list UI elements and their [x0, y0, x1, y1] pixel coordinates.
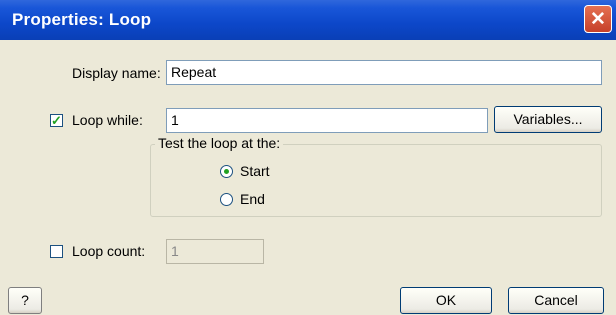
properties-dialog: Properties: Loop ✕ Display name: Repeat … [0, 0, 616, 315]
loop-while-input[interactable]: 1 [166, 108, 488, 133]
title-bar[interactable]: Properties: Loop ✕ [0, 0, 616, 40]
loop-while-checkbox[interactable]: ✓ [50, 114, 63, 127]
dialog-body: Display name: Repeat ✓ Loop while: 1 Var… [4, 40, 612, 314]
radio-end[interactable] [220, 193, 233, 206]
radio-start[interactable] [220, 165, 233, 178]
ok-button[interactable]: OK [400, 287, 492, 314]
ok-button-label: OK [435, 292, 457, 308]
loop-count-input[interactable]: 1 [166, 239, 264, 264]
loop-while-label: Loop while: [72, 112, 143, 128]
radio-start-label: Start [240, 163, 270, 179]
variables-button[interactable]: Variables... [494, 106, 602, 133]
loop-count-label: Loop count: [72, 243, 146, 259]
display-name-input[interactable]: Repeat [166, 60, 602, 85]
display-name-label: Display name: [72, 65, 161, 81]
test-loop-group: Test the loop at the: [150, 135, 602, 217]
cancel-button[interactable]: Cancel [508, 287, 604, 314]
help-button[interactable]: ? [8, 287, 42, 314]
radio-end-label: End [240, 191, 265, 207]
loop-count-checkbox[interactable] [50, 245, 63, 258]
test-loop-legend: Test the loop at the: [155, 135, 284, 151]
radio-selected-dot [224, 169, 229, 174]
window-title: Properties: Loop [12, 10, 152, 29]
cancel-button-label: Cancel [534, 292, 578, 308]
close-button[interactable]: ✕ [584, 5, 612, 33]
variables-button-label: Variables... [513, 111, 583, 127]
help-button-label: ? [21, 292, 29, 308]
